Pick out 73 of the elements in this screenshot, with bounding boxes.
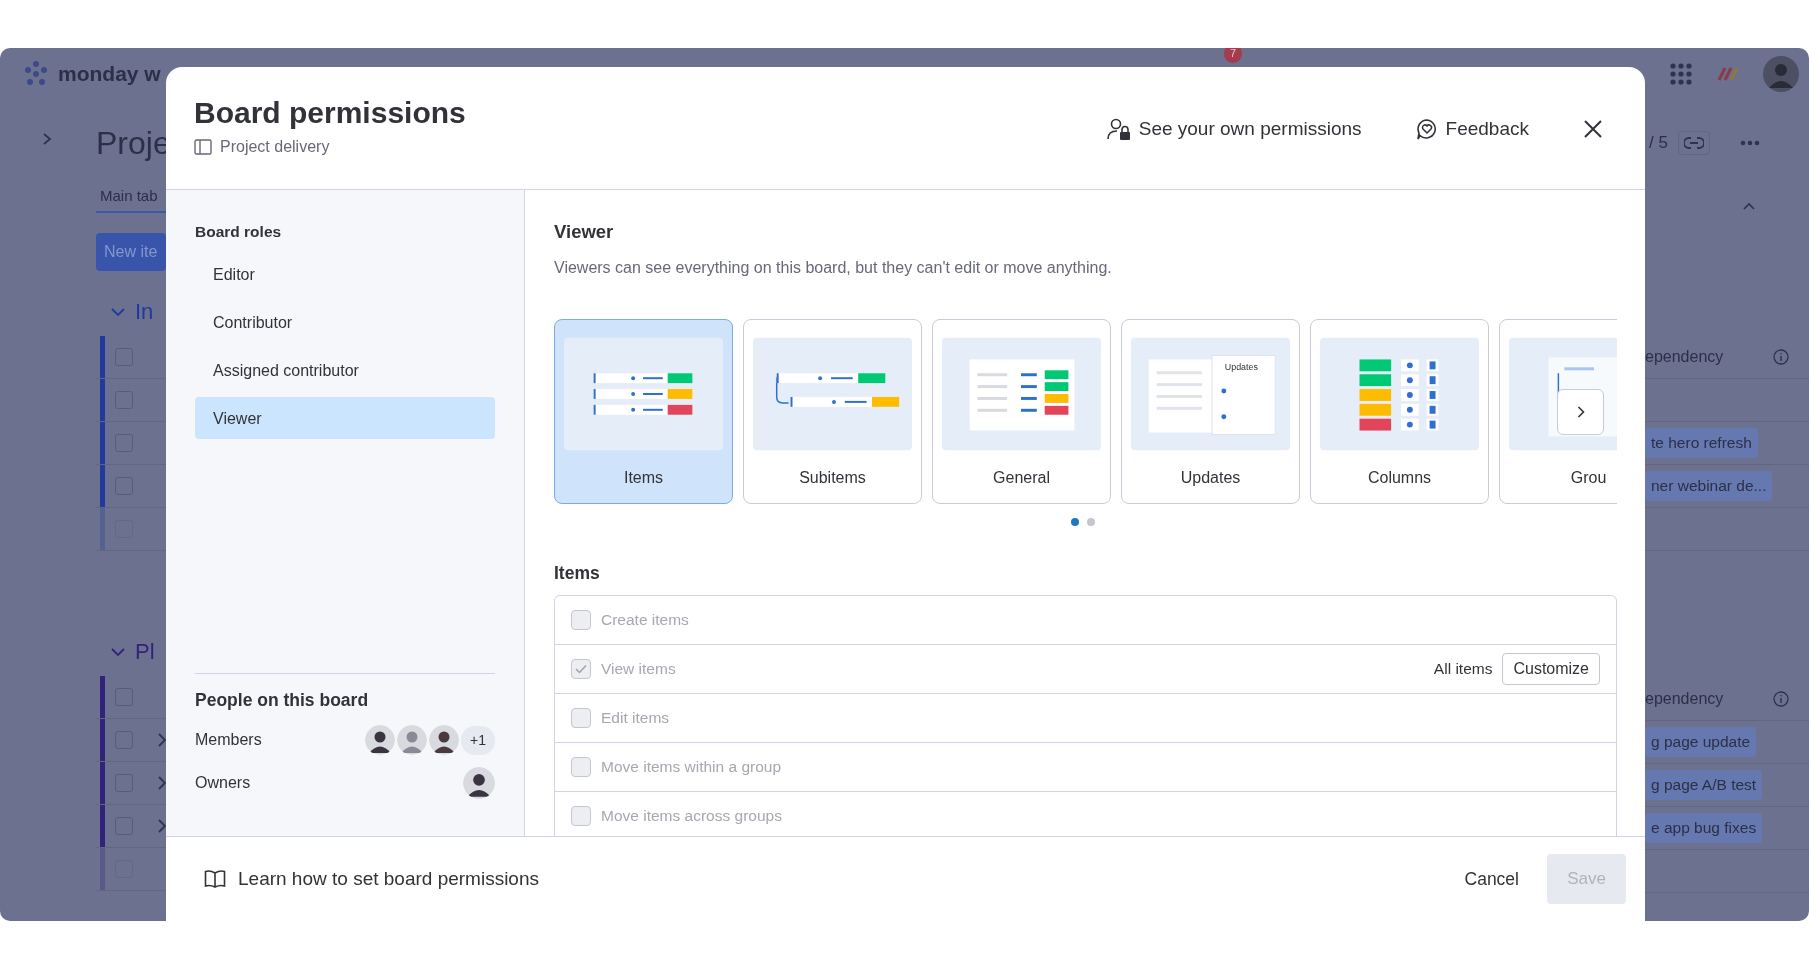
section-title: Items [554,562,601,585]
link-icon [1683,136,1704,150]
avatar[interactable] [429,725,460,755]
marks-icon [1717,66,1739,82]
page-dot[interactable] [1086,518,1095,526]
info-icon[interactable] [1773,349,1789,365]
learn-link[interactable]: Learn how to set board permissions [238,864,539,894]
row-checkbox[interactable] [115,731,133,749]
chevron-right-icon [1576,406,1585,418]
category-card[interactable]: General [932,319,1111,504]
row-checkbox[interactable] [115,817,133,835]
preview-text: Updates [1224,362,1258,373]
apps-grid-icon[interactable] [1669,62,1693,86]
check-icon [575,664,587,674]
role-item[interactable]: Editor [195,253,495,295]
notification-badge: 7 [1224,48,1243,63]
expand-chevron-icon[interactable] [158,733,166,747]
avatar[interactable] [463,767,495,799]
person-lock-icon [1106,117,1131,142]
row-checkbox[interactable] [115,774,133,792]
own-permissions-link[interactable]: See your own permissions [1102,111,1366,148]
expand-chevron-icon[interactable] [158,776,166,790]
permission-label: View items [601,659,676,680]
role-item[interactable]: Viewer [195,397,495,439]
info-icon[interactable] [1773,691,1789,707]
page-dot[interactable] [1070,518,1079,526]
logo-icon [22,60,50,88]
category-card[interactable]: Updates Updates [1121,319,1300,504]
next-button[interactable] [1557,389,1604,435]
page-counter: / 5 [1649,132,1668,155]
category-card[interactable]: Grou [1499,319,1617,504]
permission-label: Create items [601,610,689,631]
scope-label: All items [1433,659,1493,680]
select-all-checkbox[interactable] [115,688,133,706]
board-icon [194,139,212,155]
category-card[interactable]: Items [554,319,733,504]
row-checkbox[interactable] [115,434,133,452]
role-title: Viewer [554,220,615,244]
heart-chat-icon [1415,118,1438,141]
role-item[interactable]: Assigned contributor [195,349,495,391]
board-name: Project delivery [220,137,330,157]
people-heading: People on this board [195,689,370,712]
expand-chevron-icon[interactable] [158,819,166,833]
close-icon [1583,119,1603,140]
column-header: ependency [1645,347,1724,367]
people-label: Members [195,730,262,750]
permission-label: Move items across groups [601,806,782,827]
expand-chevron-icon[interactable] [42,131,52,146]
collapse-chevron-icon[interactable] [111,307,125,317]
logo-text: monday w [58,61,161,88]
board-title: Proje [96,124,166,163]
role-item[interactable]: Contributor [195,301,495,343]
dialog-title: Board permissions [194,95,466,131]
avatar[interactable] [365,725,396,755]
role-description: Viewers can see everything on this board, but they can't edit or move anything. [554,258,1113,278]
select-all-checkbox[interactable] [115,348,133,366]
people-label: Owners [195,773,251,793]
link-button[interactable] [1677,131,1710,155]
column-header: ependency [1645,689,1724,709]
row-checkbox[interactable] [115,477,133,495]
book-icon [204,869,226,889]
cancel-button[interactable]: Cancel [1448,855,1535,903]
more-count[interactable]: +1 [461,725,495,755]
collapse-chevron-icon[interactable] [111,647,125,657]
permission-label: Edit items [601,708,670,729]
category-card[interactable]: Columns [1310,319,1489,504]
collapse-chevron-icon[interactable] [1743,202,1755,210]
feedback-button[interactable]: Feedback [1411,111,1533,148]
row-checkbox[interactable] [115,391,133,409]
more-icon[interactable] [1739,140,1760,146]
category-card[interactable]: Subitems [743,319,922,504]
roles-heading: Board roles [195,222,283,242]
permission-label: Move items within a group [601,757,782,778]
